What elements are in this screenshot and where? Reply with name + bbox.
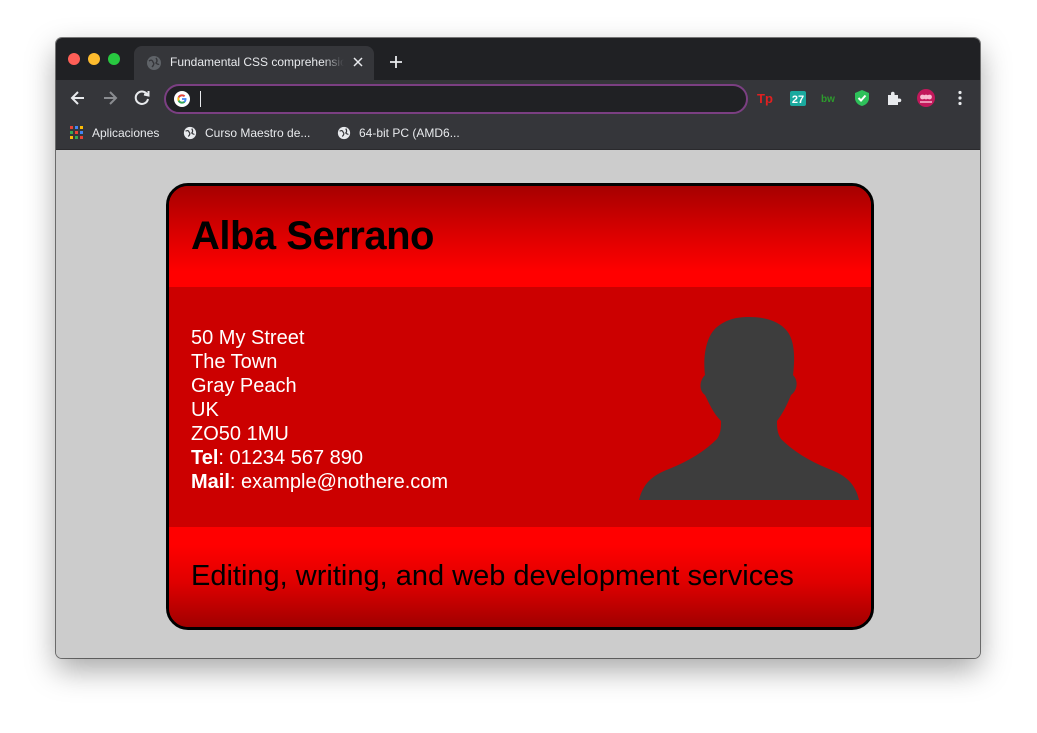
business-card: Alba Serrano 50 My Street The Town Gray … — [166, 183, 874, 630]
bookmark-apps[interactable]: Aplicaciones — [70, 124, 159, 142]
bookmarks-bar: Aplicaciones Curso Maestro de... 64-bit … — [56, 116, 980, 150]
address-line: 50 My Street — [191, 327, 305, 349]
bookmark-64bit-pc[interactable]: 64-bit PC (AMD6... — [337, 124, 460, 142]
menu-kebab-icon[interactable] — [950, 88, 970, 108]
address-line: Gray Peach — [191, 375, 297, 397]
tel-line: Tel: 01234 567 890 — [191, 446, 448, 470]
forward-arrow-icon[interactable] — [100, 88, 120, 108]
page-viewport: Alba Serrano 50 My Street The Town Gray … — [56, 150, 980, 658]
tel-value: : 01234 567 890 — [218, 447, 364, 469]
tab-title: Fundamental CSS comprehension — [170, 55, 344, 69]
close-window-button[interactable] — [68, 53, 80, 65]
address-line: UK — [191, 399, 219, 421]
card-footer: Editing, writing, and web development se… — [169, 527, 871, 627]
reload-icon[interactable] — [132, 88, 152, 108]
maximize-window-button[interactable] — [108, 53, 120, 65]
card-tagline: Editing, writing, and web development se… — [191, 560, 794, 592]
close-tab-icon[interactable] — [350, 54, 366, 70]
person-silhouette-icon — [639, 317, 859, 500]
card-header: Alba Serrano — [169, 186, 871, 287]
text-caret — [200, 91, 201, 107]
tab-active[interactable]: Fundamental CSS comprehension — [134, 46, 374, 80]
bookmark-curso-maestro[interactable]: Curso Maestro de... — [183, 124, 310, 142]
shield-check-icon[interactable] — [852, 88, 872, 108]
calendar-27-icon[interactable]: 27 — [788, 88, 808, 108]
bw-icon-label: bw — [821, 94, 835, 105]
card-body: 50 My Street The Town Gray Peach UK ZO50… — [169, 287, 871, 527]
calendar-number: 27 — [792, 94, 804, 106]
mail-line: Mail: example@nothere.com — [191, 470, 448, 494]
bw-icon[interactable]: bw — [820, 88, 840, 108]
globe-icon — [183, 126, 197, 140]
back-arrow-icon[interactable] — [68, 88, 88, 108]
tp-icon-label: Tp — [757, 91, 773, 106]
browser-toolbar: Tp 27 bw — [56, 80, 980, 116]
tab-strip: Fundamental CSS comprehension — [56, 38, 980, 80]
new-tab-icon[interactable] — [386, 52, 406, 72]
card-name: Alba Serrano — [191, 214, 434, 258]
puzzle-icon[interactable] — [884, 88, 904, 108]
apps-grid-icon — [70, 126, 83, 139]
minimize-window-button[interactable] — [88, 53, 100, 65]
bookmark-label: 64-bit PC (AMD6... — [359, 126, 460, 140]
contact-address: 50 My Street The Town Gray Peach UK ZO50… — [191, 326, 448, 494]
profile-avatar-icon[interactable] — [916, 88, 936, 108]
address-bar[interactable] — [164, 84, 748, 114]
address-line: The Town — [191, 351, 278, 373]
browser-window: Fundamental CSS comprehension Tp 27 bw A… — [56, 38, 980, 658]
bookmark-label: Aplicaciones — [92, 126, 160, 140]
google-g-icon — [174, 91, 190, 107]
address-line: ZO50 1MU — [191, 423, 289, 445]
url-input[interactable] — [196, 89, 716, 109]
tel-label: Tel — [191, 447, 219, 469]
mail-label: Mail — [191, 471, 230, 493]
globe-icon — [147, 56, 161, 70]
globe-icon — [337, 126, 351, 140]
bookmark-label: Curso Maestro de... — [205, 126, 311, 140]
tp-icon[interactable]: Tp — [756, 88, 776, 108]
mail-value: : example@nothere.com — [229, 471, 449, 493]
